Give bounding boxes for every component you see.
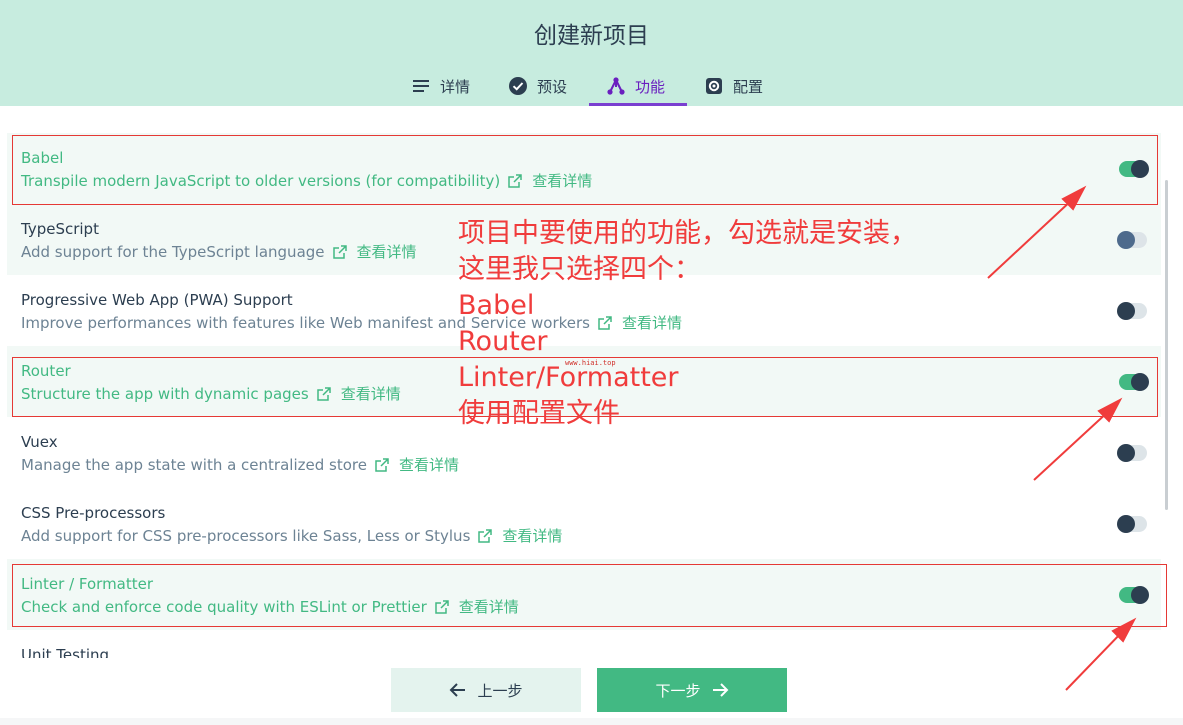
- feature-toggle[interactable]: [1117, 302, 1147, 320]
- scrollbar[interactable]: [1165, 180, 1168, 510]
- header: 创建新项目 详情 预设 功能 配置: [0, 0, 1183, 106]
- more-info-link[interactable]: 查看详情: [357, 241, 417, 262]
- toggle-knob: [1131, 373, 1149, 391]
- external-link-icon: [375, 457, 389, 472]
- annotation-line: Babel: [458, 290, 535, 321]
- tab-details[interactable]: 详情: [411, 66, 470, 106]
- feature-name: Router: [21, 362, 71, 380]
- toggle-knob: [1117, 515, 1135, 533]
- toggle-knob: [1131, 586, 1149, 604]
- footer-divider: [0, 718, 1183, 725]
- feature-row-linter[interactable]: Linter / Formatter Check and enforce cod…: [7, 559, 1161, 630]
- feature-desc-text: Manage the app state with a centralized …: [21, 455, 367, 474]
- fork-icon: [607, 77, 625, 95]
- more-info-link[interactable]: 查看详情: [459, 596, 519, 617]
- feature-name: TypeScript: [21, 220, 99, 238]
- feature-desc-text: Structure the app with dynamic pages: [21, 384, 309, 403]
- feature-toggle[interactable]: [1119, 373, 1149, 391]
- annotation-text: 项目中要使用的功能，勾选就是安装， 这里我只选择四个： Babel Router…: [458, 216, 917, 432]
- check-circle-icon: [509, 77, 527, 95]
- external-link-icon: [508, 173, 522, 188]
- feature-description: Transpile modern JavaScript to older ver…: [21, 170, 592, 191]
- tab-config[interactable]: 配置: [704, 66, 763, 106]
- feature-name: Babel: [21, 149, 64, 167]
- more-info-link[interactable]: 查看详情: [341, 383, 401, 404]
- watermark: www.hiai.top: [565, 359, 616, 367]
- annotation-line: Linter/Formatter: [458, 362, 679, 393]
- external-link-icon: [478, 528, 493, 543]
- feature-row-babel[interactable]: Babel Transpile modern JavaScript to old…: [7, 133, 1161, 204]
- feature-description: Add support for the TypeScript language …: [21, 241, 417, 262]
- feature-toggle[interactable]: [1117, 444, 1147, 462]
- toggle-knob: [1117, 444, 1135, 462]
- tab-features[interactable]: 功能: [606, 66, 665, 106]
- feature-toggle[interactable]: [1119, 586, 1149, 604]
- feature-row-css-preprocessors[interactable]: CSS Pre-processors Add support for CSS p…: [7, 488, 1161, 559]
- external-link-icon: [332, 244, 347, 259]
- feature-desc-text: Add support for the TypeScript language: [21, 242, 325, 261]
- tab-label: 功能: [635, 77, 666, 96]
- tab-label: 预设: [537, 77, 568, 96]
- tab-presets[interactable]: 预设: [508, 66, 567, 106]
- feature-toggle[interactable]: [1119, 160, 1149, 178]
- feature-toggle[interactable]: [1117, 231, 1147, 249]
- feature-name: Vuex: [21, 433, 58, 451]
- feature-description: Manage the app state with a centralized …: [21, 454, 459, 475]
- page-title: 创建新项目: [534, 23, 649, 49]
- feature-toggle[interactable]: [1117, 515, 1147, 533]
- tab-label: 详情: [440, 77, 471, 96]
- annotation-line: 项目中要使用的功能，勾选就是安装，: [458, 218, 917, 249]
- toggle-knob: [1131, 160, 1149, 178]
- tab-label: 配置: [733, 77, 764, 96]
- toggle-knob: [1117, 302, 1135, 320]
- active-tab-indicator: [589, 103, 687, 106]
- feature-name: CSS Pre-processors: [21, 504, 166, 522]
- more-info-link[interactable]: 查看详情: [532, 170, 592, 191]
- annotation-line: 这里我只选择四个：: [458, 254, 701, 285]
- feature-description: Structure the app with dynamic pages 查看详…: [21, 383, 401, 404]
- feature-desc-text: Transpile modern JavaScript to older ver…: [21, 171, 501, 190]
- feature-description: Check and enforce code quality with ESLi…: [21, 596, 519, 617]
- feature-desc-text: Check and enforce code quality with ESLi…: [21, 597, 427, 616]
- arrow-right-icon: [712, 683, 728, 697]
- more-info-link[interactable]: 查看详情: [502, 525, 562, 546]
- annotation-line: 使用配置文件: [458, 398, 620, 429]
- feature-name: Progressive Web App (PWA) Support: [21, 291, 293, 309]
- annotation-line: Router: [458, 326, 548, 357]
- external-link-icon: [435, 599, 449, 614]
- step-tabs: 详情 预设 功能 配置: [0, 66, 1183, 106]
- toggle-knob: [1117, 231, 1135, 249]
- feature-description: Add support for CSS pre-processors like …: [21, 525, 562, 546]
- feature-desc-text: Add support for CSS pre-processors like …: [21, 526, 471, 545]
- list-icon: [413, 80, 429, 92]
- button-label: 下一步: [655, 681, 701, 700]
- next-step-button[interactable]: 下一步: [597, 668, 787, 712]
- button-label: 上一步: [477, 681, 523, 700]
- external-link-icon: [316, 386, 331, 401]
- previous-step-button[interactable]: 上一步: [391, 668, 581, 712]
- feature-name: Linter / Formatter: [21, 575, 154, 593]
- gear-icon: [706, 78, 722, 94]
- feature-name-partial: Unit Testing: [21, 646, 110, 658]
- arrow-left-icon: [450, 683, 466, 697]
- more-info-link[interactable]: 查看详情: [399, 454, 459, 475]
